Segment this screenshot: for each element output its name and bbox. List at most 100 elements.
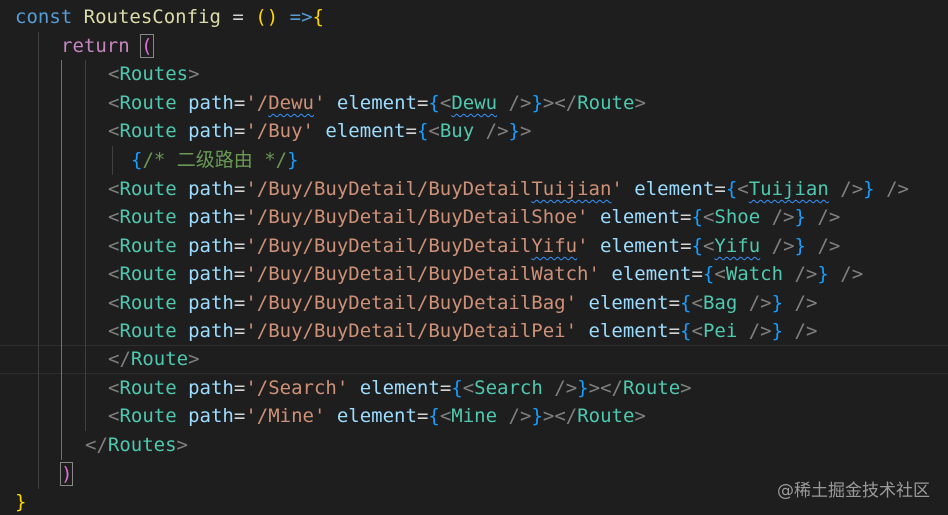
route-tag: Route — [119, 206, 177, 228]
indent-guide — [38, 89, 39, 118]
code-line: return ( — [0, 32, 948, 61]
path-value: '/Buy/BuyDetail/BuyDetailYifu' — [245, 235, 589, 257]
indent-guide — [61, 232, 62, 261]
indent-guide — [61, 60, 62, 89]
indent-guide — [38, 317, 39, 346]
path-value: '/Buy/BuyDetail/BuyDetailWatch' — [245, 263, 600, 285]
code-line: <Route path='/Buy/BuyDetail/BuyDetailBag… — [0, 289, 948, 318]
indent-guide — [85, 289, 86, 318]
code-line: {/* 二级路由 */} — [0, 146, 948, 175]
spell-warning[interactable]: Yifu — [531, 235, 577, 257]
component-ref[interactable]: Watch — [726, 263, 783, 285]
path-value: '/Buy/BuyDetail/BuyDetailShoe' — [245, 206, 589, 228]
route-tag: Route — [119, 377, 177, 399]
indent-guide — [38, 460, 39, 489]
component-ref[interactable]: Buy — [440, 120, 474, 142]
route-close-tag: Route — [130, 348, 189, 370]
route-pei-line: <Route path='/Buy/BuyDetail/BuyDetailPei… — [108, 320, 818, 342]
component-name: RoutesConfig — [83, 6, 221, 28]
routes-open-tag: Routes — [119, 63, 189, 85]
indent-guide — [61, 89, 62, 118]
component-ref[interactable]: Mine — [451, 405, 497, 427]
indent-guide — [85, 260, 86, 289]
component-ref[interactable]: Pei — [703, 320, 737, 342]
indent-guide — [38, 260, 39, 289]
indent-guide — [38, 431, 39, 460]
comment-line: {/* 二级路由 */} — [131, 149, 299, 171]
close-brace: } — [15, 491, 27, 513]
indent-guide — [61, 431, 62, 460]
indent-guide — [85, 203, 86, 232]
route-tag: Route — [119, 178, 177, 200]
indent-guide — [61, 374, 62, 403]
route-tag: Route — [119, 292, 177, 314]
indent-guide — [85, 117, 86, 146]
component-ref[interactable]: Bag — [703, 292, 737, 314]
indent-guide — [38, 402, 39, 431]
indent-guide — [85, 146, 86, 175]
route-tag: Route — [119, 263, 177, 285]
indent-guide — [85, 89, 86, 118]
indent-guide — [38, 374, 39, 403]
component-ref[interactable]: Shoe — [714, 206, 760, 228]
indent-guide — [85, 232, 86, 261]
component-ref[interactable]: Search — [474, 377, 543, 399]
comment: /* 二级路由 */ — [142, 149, 288, 171]
code-line: <Route path='/Buy' element={<Buy />}> — [0, 117, 948, 146]
code-line: <Route path='/Dewu' element={<Dewu />}><… — [0, 89, 948, 118]
code-line: <Route path='/Buy/BuyDetail/BuyDetailWat… — [0, 260, 948, 289]
path-value: '/Search' — [245, 377, 349, 399]
route-search-line: <Route path='/Search' element={<Search /… — [108, 377, 692, 399]
component-ref[interactable]: Dewu — [451, 92, 497, 114]
component-ref[interactable]: Tuijian — [749, 178, 829, 200]
route-dewu-line: <Route path='/Dewu' element={<Dewu />}><… — [108, 92, 646, 114]
path-value: '/Dewu' — [245, 92, 326, 114]
indent-guide — [38, 289, 39, 318]
spell-warning[interactable]: Dewu — [268, 92, 314, 114]
code-line: </Routes> — [0, 431, 948, 460]
indent-guide — [38, 232, 39, 261]
code-line: <Route path='/Buy/BuyDetail/BuyDetailTui… — [0, 175, 948, 204]
indent-guide — [85, 317, 86, 346]
spell-warning[interactable]: Tuijian — [531, 178, 611, 200]
indent-guide — [61, 317, 62, 346]
route-tag: Route — [119, 235, 177, 257]
code-editor[interactable]: const RoutesConfig = () =>{ return ( <Ro… — [0, 0, 948, 515]
component-ref[interactable]: Yifu — [714, 235, 760, 257]
path-value: '/Mine' — [245, 405, 326, 427]
indent-guide — [85, 175, 86, 204]
line-content: return ( — [61, 32, 154, 61]
const-keyword: const — [15, 6, 73, 28]
indent-guide — [85, 402, 86, 431]
line-content: const RoutesConfig = () =>{ — [15, 3, 324, 32]
current-line: </Route> — [0, 345, 948, 374]
route-watch-line: <Route path='/Buy/BuyDetail/BuyDetailWat… — [108, 263, 864, 285]
code-line: <Route path='/Buy/BuyDetail/BuyDetailSho… — [0, 203, 948, 232]
assign-operator: = — [232, 6, 244, 28]
indent-guide — [38, 345, 39, 374]
route-yifu-line: <Route path='/Buy/BuyDetail/BuyDetailYif… — [108, 235, 841, 257]
routes-close-line: </Routes> — [85, 434, 188, 456]
indent-guide — [61, 402, 62, 431]
indent-guide — [85, 60, 86, 89]
indent-guide — [38, 146, 39, 175]
indent-guide — [61, 175, 62, 204]
indent-guide — [61, 260, 62, 289]
indent-guide — [38, 203, 39, 232]
code-line: <Route path='/Search' element={<Search /… — [0, 374, 948, 403]
indent-guide — [85, 345, 86, 374]
route-tag: Route — [119, 405, 177, 427]
indent-guide — [85, 374, 86, 403]
route-shoe-line: <Route path='/Buy/BuyDetail/BuyDetailSho… — [108, 206, 841, 228]
element-attr: element — [336, 92, 417, 114]
close-paren: ) — [59, 462, 74, 486]
indent-guide — [38, 117, 39, 146]
indent-guide — [38, 60, 39, 89]
path-attr: path — [188, 92, 234, 114]
indent-guide — [61, 146, 62, 175]
indent-guide — [61, 289, 62, 318]
brace-close-line: } — [15, 488, 26, 515]
path-value: '/Buy' — [245, 120, 314, 142]
code-line: <Routes> — [0, 60, 948, 89]
path-value: '/Buy/BuyDetail/BuyDetailPei' — [245, 320, 578, 342]
